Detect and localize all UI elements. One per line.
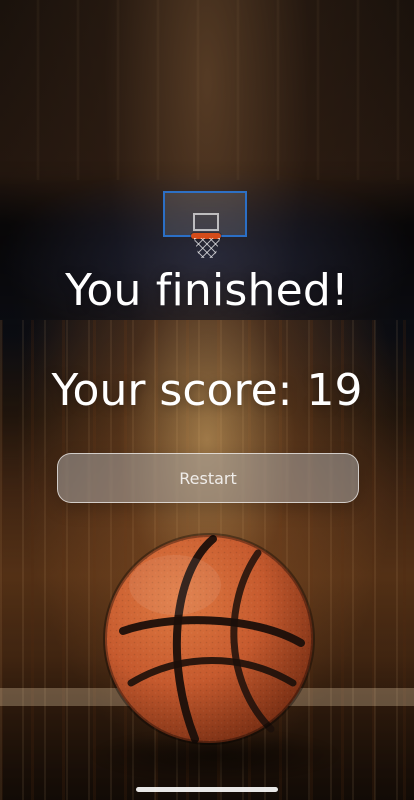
- game-over-title: You finished!: [65, 265, 349, 316]
- backboard: [163, 191, 247, 237]
- basketball-icon: [103, 533, 315, 745]
- game-over-screen: You finished! Your score: 19 Restart: [0, 0, 414, 800]
- restart-button[interactable]: Restart: [57, 453, 359, 503]
- basketball-hoop-icon: [163, 191, 249, 263]
- arena-ceiling: [0, 0, 414, 180]
- home-indicator: [136, 787, 278, 792]
- net: [194, 238, 220, 258]
- backboard-target: [193, 213, 219, 231]
- final-score: Your score: 19: [51, 365, 363, 416]
- basketball-svg: [103, 533, 315, 745]
